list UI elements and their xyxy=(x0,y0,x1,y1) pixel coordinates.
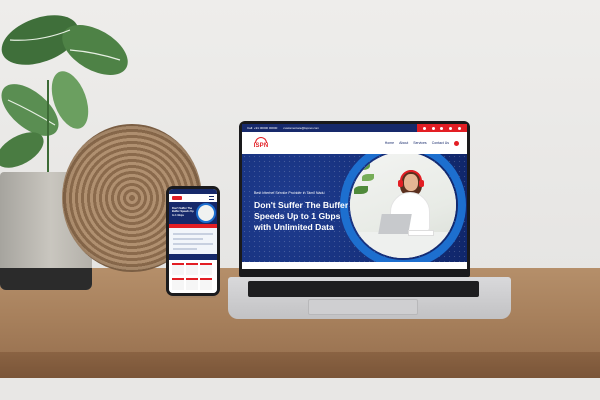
phone-logo[interactable] xyxy=(172,196,182,200)
plan-card[interactable] xyxy=(186,263,198,275)
hero-photo xyxy=(350,154,456,258)
topbar-phone[interactable]: Call: +91 00000 00000 xyxy=(247,126,277,130)
plan-card[interactable] xyxy=(200,277,212,290)
logo-text: ISPN xyxy=(253,143,269,149)
laptop-icon xyxy=(378,214,412,234)
phone-hero: Don't Suffer The Buffer Speeds Up to 1 G… xyxy=(169,202,217,224)
twitter-icon[interactable] xyxy=(431,126,435,130)
floor xyxy=(0,378,600,400)
site-navbar: ISPN Home About Services Contact Us xyxy=(242,132,467,154)
hero-title-line: with Unlimited Data xyxy=(254,222,334,232)
nav-services[interactable]: Services xyxy=(413,141,426,145)
phone-hero-photo xyxy=(196,203,216,223)
plan-card[interactable] xyxy=(172,277,184,290)
hero-title-line: Speeds Up to 1 Gbps xyxy=(254,211,341,221)
instagram-icon[interactable] xyxy=(440,126,444,130)
nav-home[interactable]: Home xyxy=(385,141,394,145)
plant-leaf-icon xyxy=(362,174,374,181)
facebook-icon[interactable] xyxy=(422,126,426,130)
plan-card[interactable] xyxy=(186,277,198,290)
nav-contact[interactable]: Contact Us xyxy=(432,141,449,145)
nav-links: Home About Services Contact Us xyxy=(385,140,459,146)
plan-card[interactable] xyxy=(200,263,212,275)
topbar-email[interactable]: customercare@ispnet.com xyxy=(283,126,319,130)
hero-banner: Best Internet Service Provider in Tamil … xyxy=(242,154,467,262)
plan-card[interactable] xyxy=(172,263,184,275)
nav-about[interactable]: About xyxy=(399,141,408,145)
hero-title: Don't Suffer The Buffer Speeds Up to 1 G… xyxy=(254,200,364,233)
social-links xyxy=(417,124,467,132)
notebook xyxy=(408,230,434,236)
youtube-icon[interactable] xyxy=(458,126,462,130)
smartphone: Don't Suffer The Buffer Speeds Up to 1 G… xyxy=(166,186,220,296)
plant-leaf-icon xyxy=(354,186,368,194)
desk-edge xyxy=(0,352,600,378)
linkedin-icon[interactable] xyxy=(449,126,453,130)
cart-icon[interactable] xyxy=(454,140,459,146)
laptop-touchpad xyxy=(308,299,418,315)
laptop-keyboard xyxy=(248,281,479,297)
phone-plans xyxy=(169,260,217,293)
section-below-hero xyxy=(242,262,467,269)
phone-features-section xyxy=(169,228,217,254)
phone-hero-title: Don't Suffer The Buffer Speeds Up to 1 G… xyxy=(172,207,194,217)
hero-title-line: Don't Suffer The Buffer xyxy=(254,200,349,210)
phone-navbar xyxy=(169,194,217,202)
plant-leaf-icon xyxy=(356,162,370,170)
site-logo[interactable]: ISPN xyxy=(250,137,272,149)
hero-subtitle: Best Internet Service Provider in Tamil … xyxy=(254,191,325,195)
phone-screen: Don't Suffer The Buffer Speeds Up to 1 G… xyxy=(169,189,217,293)
laptop: Call: +91 00000 00000 customercare@ispne… xyxy=(239,121,470,277)
laptop-screen: Call: +91 00000 00000 customercare@ispne… xyxy=(242,124,467,269)
menu-icon[interactable] xyxy=(209,196,214,200)
